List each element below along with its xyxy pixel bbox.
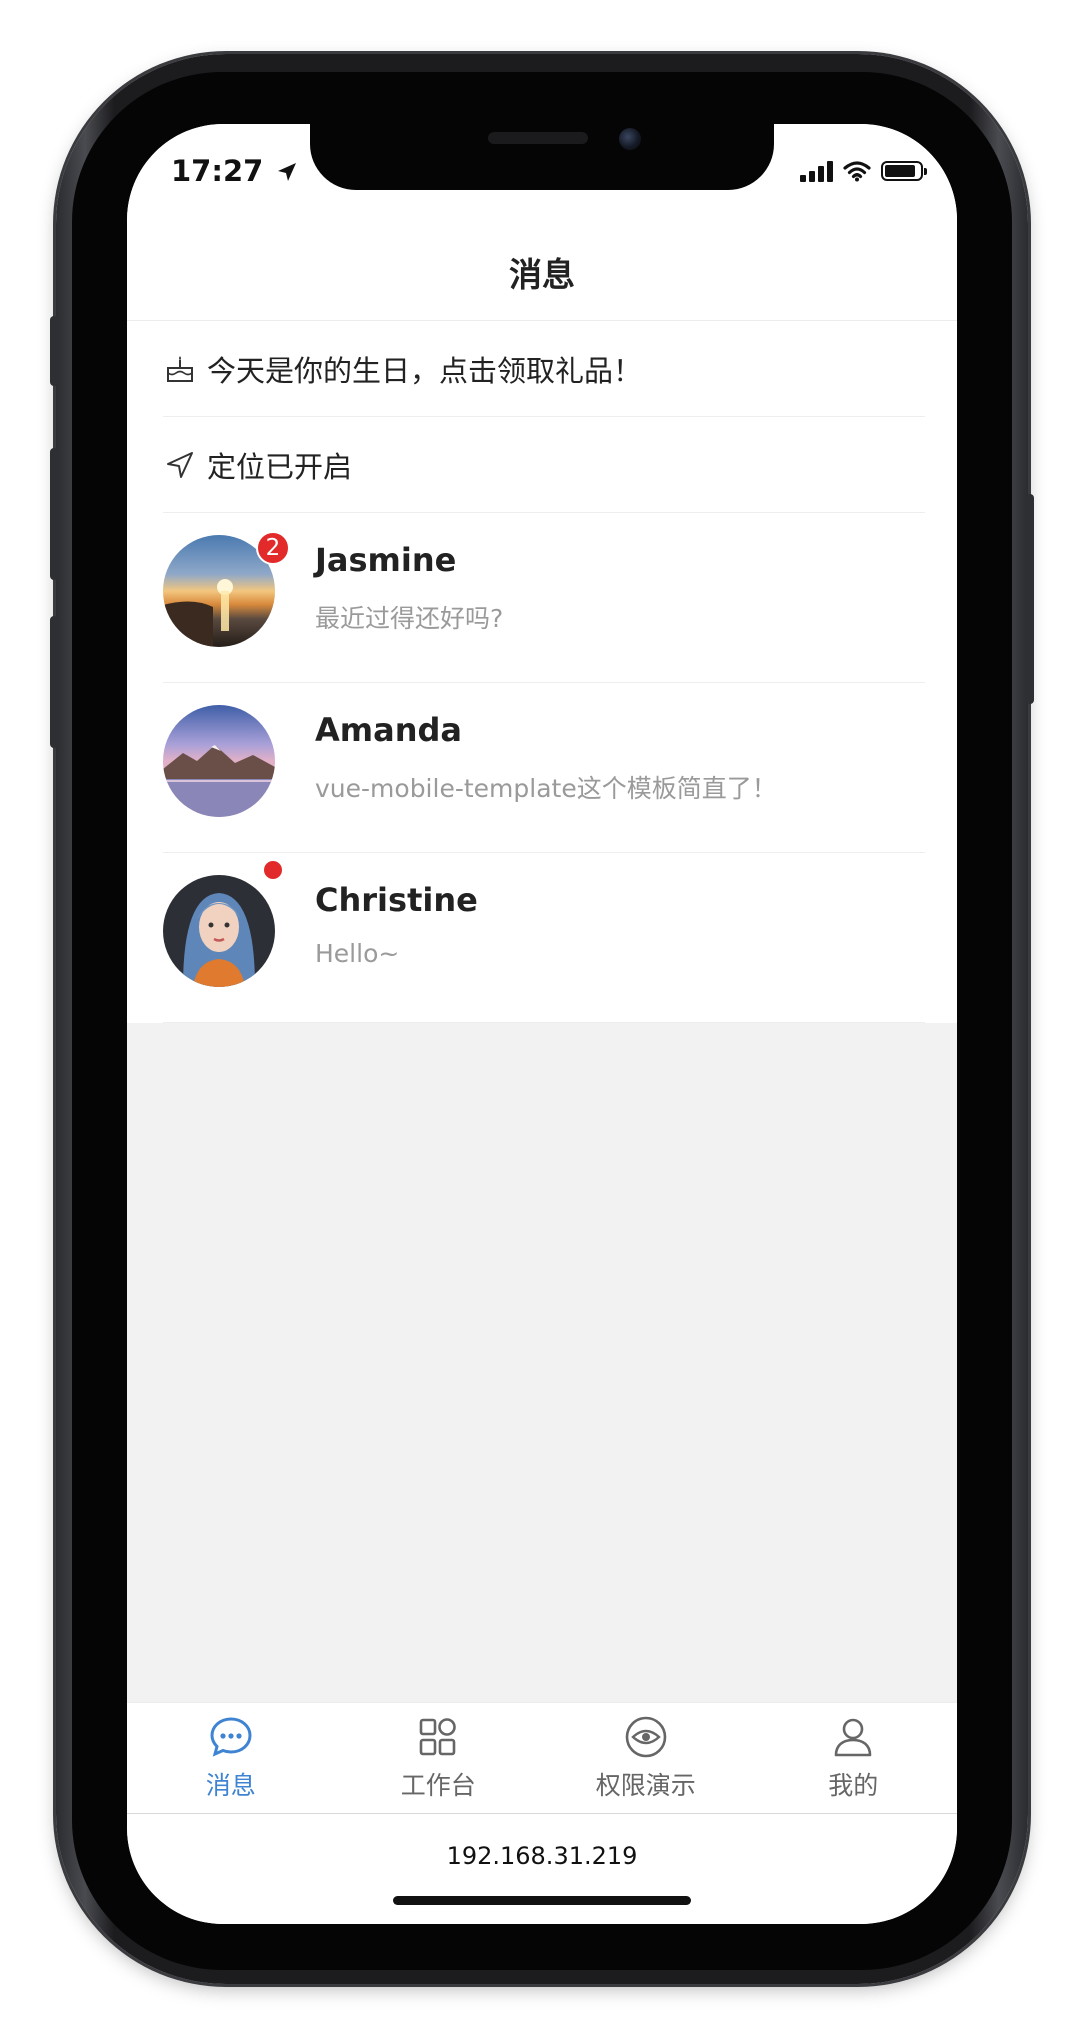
browser-address-bar[interactable]: 192.168.31.219 [127, 1814, 957, 1924]
page-title: 消息 [509, 255, 575, 294]
grid-icon [415, 1714, 461, 1760]
tab-label: 我的 [828, 1771, 879, 1800]
chat-bubble-icon [208, 1714, 254, 1760]
avatar [163, 875, 275, 987]
unread-count-badge: 2 [256, 531, 290, 565]
location-arrow-icon [278, 163, 297, 181]
tab-messages[interactable]: 消息 [127, 1703, 335, 1813]
front-camera [619, 128, 641, 150]
tab-workbench[interactable]: 工作台 [335, 1703, 543, 1813]
home-indicator[interactable] [393, 1896, 691, 1905]
side-button [50, 316, 58, 386]
chat-preview: Hello~ [315, 939, 400, 968]
tab-label: 权限演示 [595, 1771, 696, 1800]
notice-text: 今天是你的生日，点击领取礼品！ [207, 353, 643, 388]
user-icon [830, 1714, 876, 1760]
notch [310, 124, 774, 190]
chat-name: Christine [315, 881, 478, 919]
chat-name: Jasmine [315, 541, 457, 579]
battery-icon [881, 161, 927, 181]
side-button [1026, 494, 1034, 704]
side-button [50, 448, 58, 580]
status-time-text: 17:27 [171, 154, 264, 188]
speaker [488, 132, 588, 144]
chat-preview: vue-mobile-template这个模板简直了！ [315, 774, 777, 803]
tab-label: 消息 [205, 1771, 256, 1800]
status-indicators [800, 160, 927, 182]
chat-preview: 最近过得还好吗? [315, 604, 504, 633]
chat-item-christine[interactable]: Christine Hello~ [127, 853, 957, 1023]
tab-label: 工作台 [400, 1771, 476, 1800]
eye-icon [623, 1714, 669, 1760]
cake-icon [163, 352, 197, 386]
wifi-icon [843, 161, 871, 182]
location-arrow-icon [163, 448, 197, 482]
tab-mine[interactable]: 我的 [750, 1703, 958, 1813]
avatar [163, 705, 275, 817]
chat-item-amanda[interactable]: Amanda vue-mobile-template这个模板简直了！ [127, 683, 957, 853]
tab-permissions[interactable]: 权限演示 [542, 1703, 750, 1813]
address-text: 192.168.31.219 [446, 1842, 638, 1870]
unread-dot-badge [264, 861, 282, 879]
chat-name: Amanda [315, 711, 462, 749]
chat-item-jasmine[interactable]: 2 Jasmine 最近过得还好吗? [127, 513, 957, 683]
nav-bar: 消息 [127, 224, 957, 321]
status-time: 17:27 [171, 154, 299, 188]
side-button [50, 616, 58, 748]
notice-birthday[interactable]: 今天是你的生日，点击领取礼品！ [127, 321, 957, 417]
tab-bar: 消息 工作台 权限演示 我的 [127, 1702, 957, 1815]
notice-location[interactable]: 定位已开启 [127, 417, 957, 513]
signal-icon [800, 160, 833, 182]
screen: 17:27 消息 今天是你的生日，点击领取礼品！ 定位已开启 2 Jasmine… [127, 124, 957, 1924]
notice-text: 定位已开启 [207, 449, 353, 484]
